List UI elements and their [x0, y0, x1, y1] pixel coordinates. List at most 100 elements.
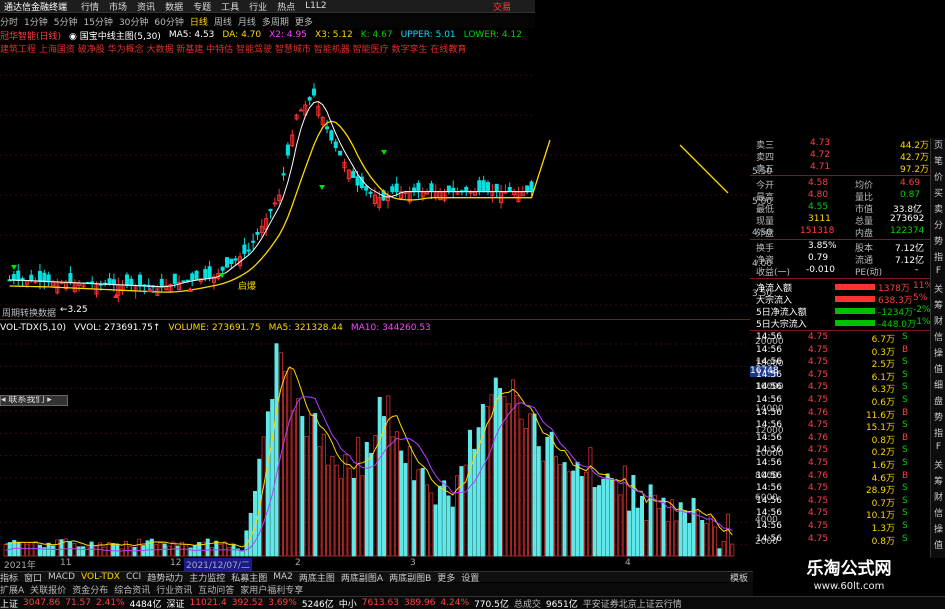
toolbar-button[interactable]: 值	[931, 538, 945, 554]
tick-price: 4.75	[808, 369, 829, 380]
toolbar-button[interactable]: 信	[931, 506, 945, 522]
candle-body	[16, 270, 21, 281]
menu-item-topics[interactable]: 专题	[193, 0, 211, 13]
toolbar-button[interactable]: 指	[931, 250, 945, 266]
period-weekly[interactable]: 周线	[214, 15, 232, 28]
tab-vol-tdx[interactable]: VOL-TDX	[81, 572, 120, 582]
subtab-general-news[interactable]: 综合资讯	[114, 583, 150, 596]
candle-body	[525, 185, 530, 193]
toolbar-button[interactable]: 页	[931, 138, 945, 154]
menu-item-news[interactable]: 资讯	[137, 0, 155, 13]
subtab-industry-news[interactable]: 行业资讯	[156, 583, 192, 596]
toolbar-button[interactable]: 操	[931, 346, 945, 362]
toolbar-button[interactable]: 财	[931, 490, 945, 506]
toolbar-button[interactable]: 关	[931, 458, 945, 474]
tick-time: 14:56	[756, 508, 782, 519]
volume-indicator-name[interactable]: VOL-TDX(5,10)	[0, 323, 66, 333]
volume-bar	[16, 541, 21, 557]
subtab-related-quote[interactable]: 关联报价	[30, 583, 66, 596]
period-15min[interactable]: 15分钟	[83, 15, 112, 28]
menu-item-hot[interactable]: 热点	[277, 0, 295, 13]
tab-window[interactable]: 窗口	[24, 572, 42, 583]
menu-item-quotes[interactable]: 行情	[81, 0, 99, 13]
toolbar-button[interactable]: 分	[931, 218, 945, 234]
toolbar-button[interactable]: 卖	[931, 202, 945, 218]
ask-price: 4.72	[810, 150, 831, 160]
index-name[interactable]: 深证	[167, 597, 185, 609]
toolbar-button[interactable]: 筹	[931, 474, 945, 490]
menu-item-trade[interactable]: 交易	[493, 0, 511, 13]
tab-ma2[interactable]: MA2	[273, 572, 293, 582]
tab-settings[interactable]: 设置	[461, 572, 479, 583]
toolbar-button[interactable]: 指	[931, 426, 945, 442]
stock-name[interactable]: 冠华智能(日线)	[0, 29, 61, 42]
candle-body	[364, 186, 369, 191]
date-tick: 11	[60, 558, 72, 568]
subtab-user-benefit[interactable]: 家用户福利专享	[240, 583, 303, 596]
candle-body	[181, 280, 186, 283]
index-name[interactable]: 中小	[339, 597, 357, 609]
tab-macd[interactable]: MACD	[48, 572, 75, 582]
tick-row: 14:56 4.75 6.1万 S	[750, 369, 930, 383]
fund-flow-row: 5日净流入额 -1234万 -2%	[750, 305, 931, 318]
period-intraday[interactable]: 分时	[0, 15, 18, 28]
period-more[interactable]: 更多	[295, 15, 313, 28]
period-60min[interactable]: 60分钟	[154, 15, 183, 28]
tab-double-bottom-main[interactable]: 两底主图	[299, 572, 335, 583]
volume-bar	[695, 510, 700, 557]
ma5-value: MA5: 4.53	[168, 30, 215, 40]
period-daily[interactable]: 日线	[190, 15, 208, 28]
subtab-qa[interactable]: 互动问答	[198, 583, 234, 596]
main-indicator-name[interactable]: ◉ 国宝中线主图(5,30)	[69, 29, 161, 42]
menu-item-industry[interactable]: 行业	[249, 0, 267, 13]
toolbar-button[interactable]: 信	[931, 330, 945, 346]
toolbar-button[interactable]: 关	[931, 282, 945, 298]
toolbar-button[interactable]: F	[931, 442, 945, 458]
period-5min[interactable]: 5分钟	[54, 15, 78, 28]
tab-double-bottom-a[interactable]: 两底副图A	[341, 572, 383, 583]
broker-news[interactable]: 平安证券北京上证云行情	[583, 597, 682, 609]
toolbar-button[interactable]: 财	[931, 314, 945, 330]
cursor-date-chip: 2021/12/07/二	[184, 558, 252, 571]
buy-arrow-icon	[381, 150, 387, 155]
tick-row: 14:56 4.75 6.3万 S	[750, 382, 930, 395]
volume-bar	[683, 510, 688, 557]
toolbar-button[interactable]: 操	[931, 522, 945, 538]
toolbar-button[interactable]: 势	[931, 234, 945, 250]
tab-more[interactable]: 更多	[437, 572, 455, 583]
toolbar-button[interactable]: 势	[931, 410, 945, 426]
concept-tags: 建筑工程 上海国资 破净股 华为概念 大数据 新基建 中特估 智能驾驶 智慧城市…	[0, 45, 467, 54]
contact-chip[interactable]: ◂ 联系我们 ▸	[0, 395, 68, 406]
toolbar-button[interactable]: 价	[931, 170, 945, 186]
toolbar-button[interactable]: F	[931, 266, 945, 282]
period-1min[interactable]: 1分钟	[24, 15, 48, 28]
tab-trend-power[interactable]: 趋势动力	[147, 572, 183, 583]
toolbar-button[interactable]: 筹	[931, 298, 945, 314]
watermark-title: 乐淘公式网	[806, 559, 892, 579]
menu-item-l1l2[interactable]: L1L2	[305, 1, 326, 11]
tab-indicator[interactable]: 指标	[0, 572, 18, 583]
subtab-fund-distribution[interactable]: 资金分布	[72, 583, 108, 596]
candle-body	[107, 278, 112, 286]
tick-price: 4.75	[808, 344, 829, 355]
tab-private-main[interactable]: 私募主图	[231, 572, 267, 583]
pane-divider[interactable]	[0, 319, 750, 320]
period-multi[interactable]: 多周期	[262, 15, 289, 28]
volume-chart[interactable]	[0, 334, 750, 558]
menu-item-data[interactable]: 数据	[165, 0, 183, 13]
period-monthly[interactable]: 月线	[238, 15, 256, 28]
subtab-expand[interactable]: 扩展A	[0, 583, 24, 596]
menu-item-tools[interactable]: 工具	[221, 0, 239, 13]
tab-cci[interactable]: CCI	[126, 572, 141, 582]
index-name[interactable]: 上证	[0, 597, 18, 609]
toolbar-button[interactable]: 买	[931, 186, 945, 202]
toolbar-button[interactable]: 盘	[931, 394, 945, 410]
menu-item-market[interactable]: 市场	[109, 0, 127, 13]
volume-bar	[287, 367, 292, 557]
tab-main-monitor[interactable]: 主力监控	[189, 572, 225, 583]
toolbar-button[interactable]: 笔	[931, 154, 945, 170]
toolbar-button[interactable]: 值	[931, 362, 945, 378]
toolbar-button[interactable]: 细	[931, 378, 945, 394]
period-30min[interactable]: 30分钟	[119, 15, 148, 28]
tab-double-bottom-b[interactable]: 两底副图B	[389, 572, 431, 583]
